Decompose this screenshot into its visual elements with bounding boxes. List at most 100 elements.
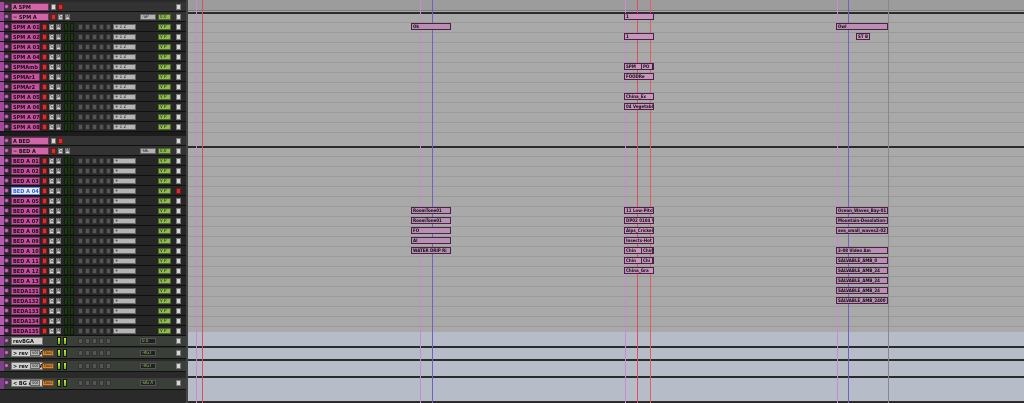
volume-pan[interactable]: V P bbox=[158, 158, 171, 164]
insert-slot[interactable] bbox=[78, 178, 83, 184]
insert-slot[interactable] bbox=[106, 124, 111, 130]
menu-icon[interactable] bbox=[176, 288, 181, 294]
track-row[interactable]: SPMAmb S M + 1 2 V P bbox=[0, 62, 186, 72]
volume-pan[interactable]: V P bbox=[158, 298, 171, 304]
insert-slot[interactable] bbox=[78, 268, 83, 274]
io-selector[interactable]: + bbox=[113, 188, 136, 194]
menu-icon[interactable] bbox=[176, 198, 181, 204]
folder-expand-icon[interactable] bbox=[51, 138, 56, 144]
record-icon[interactable] bbox=[42, 298, 47, 304]
audio-clip[interactable]: 1 bbox=[624, 33, 654, 40]
io-selector[interactable]: + 1 2 bbox=[113, 114, 136, 120]
insert-slot[interactable] bbox=[92, 363, 97, 369]
timeline-ruler[interactable] bbox=[188, 0, 1024, 11]
track-row[interactable]: ~ SPM A S M -SP 0.0 bbox=[0, 12, 186, 22]
insert-slot[interactable] bbox=[85, 34, 90, 40]
track-row[interactable]: BED A 05 S M + V P bbox=[0, 196, 186, 206]
track-name[interactable]: BEDA132 bbox=[11, 297, 40, 305]
track-row[interactable]: SPMAr1 S M + 1 2 V P bbox=[0, 72, 186, 82]
menu-icon[interactable] bbox=[176, 328, 181, 334]
insert-slot[interactable] bbox=[106, 363, 111, 369]
insert-slot[interactable] bbox=[85, 338, 90, 344]
menu-icon[interactable] bbox=[176, 44, 181, 50]
io-selector[interactable]: + bbox=[113, 258, 136, 264]
insert-slot[interactable] bbox=[99, 350, 104, 356]
io-selector[interactable]: + bbox=[113, 198, 136, 204]
insert-slot[interactable] bbox=[99, 84, 104, 90]
track-name[interactable]: A SPM bbox=[11, 3, 49, 11]
insert-slot[interactable] bbox=[85, 218, 90, 224]
insert-slot[interactable] bbox=[85, 44, 90, 50]
track-row[interactable]: BED A 04 S M + V P bbox=[0, 186, 186, 196]
volume-pan[interactable]: V P bbox=[158, 74, 171, 80]
solo-icon[interactable]: S bbox=[49, 258, 54, 264]
track-name[interactable]: BED A 01 bbox=[11, 157, 40, 165]
insert-slot[interactable] bbox=[92, 44, 97, 50]
track-name[interactable]: revBGA bbox=[11, 337, 43, 345]
io-selector[interactable]: + bbox=[113, 228, 136, 234]
insert-slot[interactable] bbox=[106, 318, 111, 324]
insert-slot[interactable] bbox=[92, 84, 97, 90]
volume-pan[interactable]: V P bbox=[158, 208, 171, 214]
insert-slot[interactable] bbox=[85, 328, 90, 334]
solo-icon[interactable]: S bbox=[49, 188, 54, 194]
insert-slot[interactable] bbox=[78, 298, 83, 304]
insert-slot[interactable] bbox=[78, 64, 83, 70]
audio-clip[interactable]: 3-08 Video Am bbox=[836, 247, 888, 254]
menu-icon[interactable] bbox=[176, 338, 181, 344]
track-name[interactable]: SPM A 01 bbox=[11, 23, 40, 31]
insert-slot[interactable] bbox=[85, 178, 90, 184]
insert-slot[interactable] bbox=[92, 74, 97, 80]
insert-slot[interactable] bbox=[85, 208, 90, 214]
menu-icon[interactable] bbox=[176, 363, 181, 369]
audio-clip[interactable]: Ocean_Waves_Bay-01 bbox=[836, 207, 888, 214]
insert-slot[interactable] bbox=[78, 278, 83, 284]
insert-slot[interactable] bbox=[99, 74, 104, 80]
insert-slot[interactable] bbox=[92, 54, 97, 60]
insert-slot[interactable] bbox=[106, 350, 111, 356]
insert-slot[interactable] bbox=[92, 380, 97, 386]
io-selector[interactable]: + bbox=[113, 248, 136, 254]
insert-slot[interactable] bbox=[92, 298, 97, 304]
mute-icon[interactable]: M bbox=[56, 34, 61, 40]
insert-slot[interactable] bbox=[99, 168, 104, 174]
track-name[interactable]: SPMAr1 bbox=[11, 73, 40, 81]
insert-slot[interactable] bbox=[78, 218, 83, 224]
io-selector[interactable]: + 1 2 bbox=[113, 84, 136, 90]
solo-icon[interactable]: S bbox=[49, 104, 54, 110]
mute-icon[interactable]: M bbox=[56, 208, 61, 214]
io-selector[interactable]: -RGT bbox=[140, 350, 156, 356]
insert-slot[interactable] bbox=[78, 228, 83, 234]
insert-slot[interactable] bbox=[99, 248, 104, 254]
insert-slot[interactable] bbox=[92, 328, 97, 334]
io-selector[interactable]: + 1 2 bbox=[113, 34, 136, 40]
mute-icon[interactable]: M bbox=[56, 124, 61, 130]
insert-slot[interactable] bbox=[85, 228, 90, 234]
record-icon[interactable] bbox=[42, 94, 47, 100]
insert-slot[interactable] bbox=[106, 168, 111, 174]
audio-clip[interactable]: WATER DRIP Ri bbox=[411, 247, 451, 254]
aux-lane[interactable] bbox=[188, 378, 1024, 403]
insert-slot[interactable] bbox=[106, 258, 111, 264]
menu-icon[interactable] bbox=[176, 168, 181, 174]
record-icon[interactable] bbox=[42, 308, 47, 314]
aux-track-row[interactable]: > rev BG A tlvoltouch-RGT bbox=[0, 348, 186, 359]
insert-slot[interactable] bbox=[85, 188, 90, 194]
record-icon[interactable] bbox=[42, 328, 47, 334]
track-name[interactable]: BEDA134 bbox=[11, 317, 40, 325]
record-icon[interactable] bbox=[42, 258, 47, 264]
track-row[interactable]: BED A 12 S M + V P bbox=[0, 266, 186, 276]
solo-icon[interactable]: S bbox=[49, 208, 54, 214]
solo-icon[interactable]: S bbox=[49, 54, 54, 60]
track-row[interactable]: BED A 07 S M + V P bbox=[0, 216, 186, 226]
insert-slot[interactable] bbox=[78, 124, 83, 130]
mute-icon[interactable]: M bbox=[56, 308, 61, 314]
mute-icon[interactable]: M bbox=[56, 158, 61, 164]
record-icon[interactable] bbox=[42, 124, 47, 130]
solo-icon[interactable]: S bbox=[49, 94, 54, 100]
insert-slot[interactable] bbox=[78, 168, 83, 174]
insert-slot[interactable] bbox=[106, 158, 111, 164]
track-name[interactable]: BEDA133 bbox=[11, 307, 40, 315]
insert-slot[interactable] bbox=[99, 64, 104, 70]
track-row[interactable]: BED A 02 S M + V P bbox=[0, 166, 186, 176]
